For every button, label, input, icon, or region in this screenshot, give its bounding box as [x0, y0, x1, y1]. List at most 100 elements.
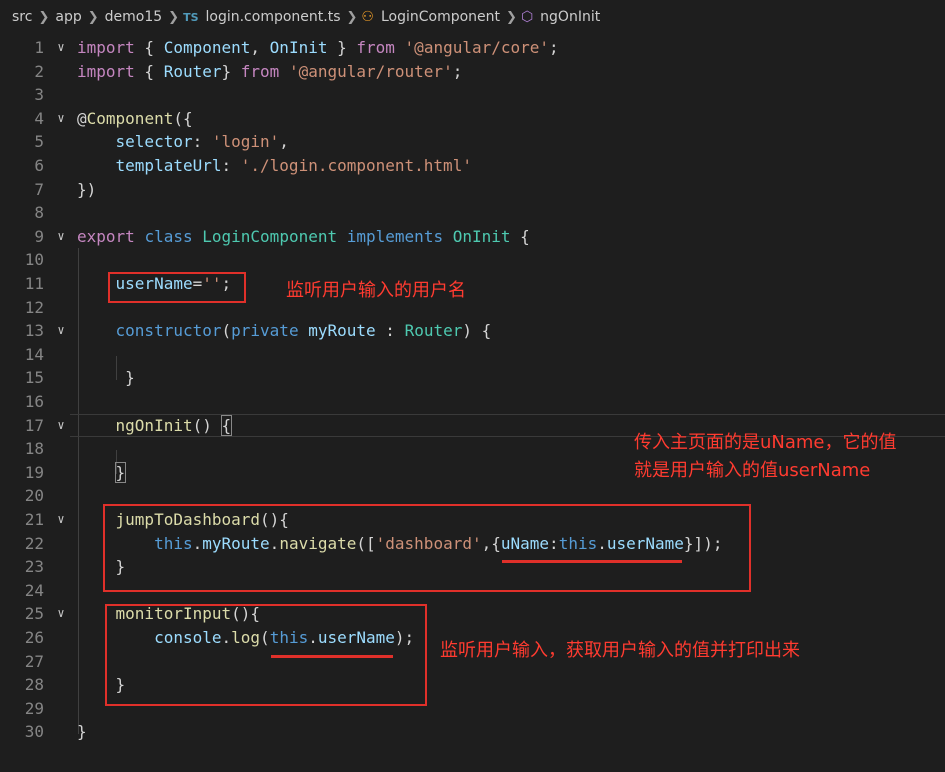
annotation-note-uname-line1: 传入主页面的是uName，它的值 — [634, 432, 897, 453]
code-token: myRoute — [308, 321, 376, 341]
code-token: } — [77, 722, 87, 742]
line-number: 1 — [34, 38, 44, 57]
line-number: 28 — [24, 675, 44, 695]
method-cube-icon: ⬡ — [520, 9, 534, 25]
line-number: 13 — [24, 321, 44, 341]
code-token: class — [144, 226, 193, 246]
breadcrumb-item-src[interactable]: src — [12, 9, 32, 25]
fold-chevron-icon[interactable]: ∨ — [54, 508, 68, 532]
line-number: 7 — [34, 179, 44, 199]
code-token: ngOnInit — [115, 415, 193, 435]
code-line[interactable]: 15 } — [0, 366, 945, 390]
code-line[interactable]: 30} — [0, 720, 945, 744]
code-token: OnInit — [452, 226, 511, 246]
code-line[interactable]: 14 — [0, 343, 945, 367]
code-token: , — [250, 38, 270, 57]
code-token: LoginComponent — [202, 226, 338, 246]
chevron-right-icon: ❯ — [506, 9, 517, 25]
code-line[interactable]: 16 — [0, 390, 945, 414]
code-line[interactable]: 8 — [0, 201, 945, 225]
code-line[interactable]: 7}) — [0, 178, 945, 202]
code-token: from — [240, 61, 280, 81]
line-number: 12 — [24, 297, 44, 317]
code-text: selector: 'login', — [77, 130, 289, 154]
line-number: 21 — [24, 510, 44, 529]
code-token: : — [375, 321, 405, 341]
code-token: } — [77, 368, 135, 388]
breadcrumb-item-demo15[interactable]: demo15 — [105, 9, 163, 25]
breadcrumb-item-file[interactable]: login.component.ts — [206, 9, 341, 25]
code-token: ) { — [462, 321, 492, 341]
chevron-right-icon: ❯ — [87, 9, 99, 25]
code-line[interactable]: 13 ∨ constructor(private myRoute : Router… — [0, 319, 945, 343]
typescript-file-icon: TS — [183, 10, 199, 24]
code-line[interactable]: 4 ∨ @Component({ — [0, 107, 945, 131]
code-line[interactable]: 5 selector: 'login', — [0, 130, 945, 154]
breadcrumb-item-method[interactable]: ngOnInit — [540, 9, 600, 25]
fold-chevron-icon[interactable]: ∨ — [54, 225, 68, 249]
line-number: 9 — [34, 226, 44, 246]
code-token: from — [356, 38, 395, 57]
code-line[interactable]: 6 templateUrl: './login.component.html' — [0, 154, 945, 178]
class-symbol-icon: ⚇ — [361, 9, 374, 25]
line-number: 17 — [24, 415, 44, 435]
code-token: export — [77, 226, 135, 246]
code-token: 'login' — [211, 132, 280, 152]
fold-chevron-icon[interactable]: ∨ — [54, 107, 68, 131]
fold-chevron-icon[interactable]: ∨ — [54, 319, 68, 343]
line-number: 2 — [34, 61, 44, 81]
code-text: } — [77, 720, 87, 744]
code-token: } — [221, 61, 241, 81]
annotation-note-monitor: 监听用户输入，获取用户输入的值并打印出来 — [440, 640, 800, 661]
code-token: : — [221, 156, 241, 175]
line-number: 22 — [24, 533, 44, 553]
code-token: Router — [404, 321, 463, 341]
code-line[interactable]: 3 — [0, 83, 945, 107]
code-line[interactable]: 1 ∨ import { Component, OnInit } from '@an… — [0, 36, 945, 60]
annotation-box-jump-to-dashboard — [103, 504, 751, 592]
breadcrumb-item-class[interactable]: LoginComponent — [381, 9, 500, 25]
code-text: }) — [77, 178, 96, 202]
code-line[interactable]: 9 ∨ export class LoginComponent implements… — [0, 225, 945, 249]
annotation-box-username — [108, 272, 246, 303]
code-token: { — [134, 38, 164, 57]
fold-chevron-icon[interactable]: ∨ — [54, 602, 68, 626]
breadcrumb-item-app[interactable]: app — [55, 9, 81, 25]
code-text: templateUrl: './login.component.html' — [77, 154, 472, 178]
line-number: 3 — [34, 85, 44, 105]
line-number: 16 — [24, 392, 44, 411]
chevron-right-icon: ❯ — [168, 9, 180, 25]
line-number: 19 — [24, 462, 44, 482]
code-token: selector — [115, 132, 193, 152]
code-line[interactable]: 2 import { Router} from '@angular/router'… — [0, 60, 945, 84]
line-number: 5 — [34, 132, 44, 152]
line-number: 20 — [24, 486, 44, 506]
code-token: private — [231, 321, 299, 341]
code-line[interactable]: 10 — [0, 248, 945, 272]
code-token: import — [77, 61, 135, 81]
code-token: constructor — [115, 321, 222, 341]
line-number: 15 — [24, 368, 44, 388]
line-number: 8 — [34, 203, 44, 223]
code-token: { — [134, 61, 164, 81]
annotation-note-username: 监听用户输入的用户名 — [286, 280, 466, 301]
code-token: } — [114, 461, 127, 483]
code-token: import — [77, 38, 135, 57]
line-number: 27 — [24, 651, 44, 671]
code-text: constructor(private myRoute : Router) { — [77, 319, 492, 343]
code-token: : — [192, 132, 212, 152]
code-text: } — [77, 461, 127, 485]
annotation-underline-username — [271, 655, 393, 658]
fold-chevron-icon[interactable]: ∨ — [54, 414, 68, 438]
line-number: 4 — [34, 108, 44, 128]
code-text: import { Component, OnInit } from '@angu… — [77, 36, 559, 60]
fold-chevron-icon[interactable]: ∨ — [54, 36, 68, 60]
code-token: ; — [452, 61, 463, 81]
code-token: { — [510, 226, 530, 246]
